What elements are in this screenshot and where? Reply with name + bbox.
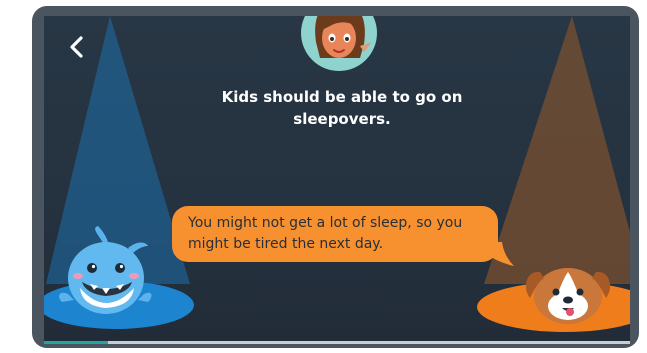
speech-bubble-text: You might not get a lot of sleep, so you… xyxy=(188,215,463,252)
puppy-character xyxy=(525,268,611,324)
blue-whale-character xyxy=(59,226,152,314)
girl-avatar xyxy=(301,16,377,71)
speech-bubble: You might not get a lot of sleep, so you… xyxy=(172,206,498,262)
chevron-left-icon xyxy=(70,36,83,58)
game-screen: Kids should be able to go on sleepovers.… xyxy=(44,16,630,344)
prompt-statement: Kids should be able to go on sleepovers. xyxy=(221,88,463,128)
progress-bar-fill xyxy=(44,341,109,344)
back-button[interactable] xyxy=(62,30,90,64)
progress-bar xyxy=(44,341,630,344)
